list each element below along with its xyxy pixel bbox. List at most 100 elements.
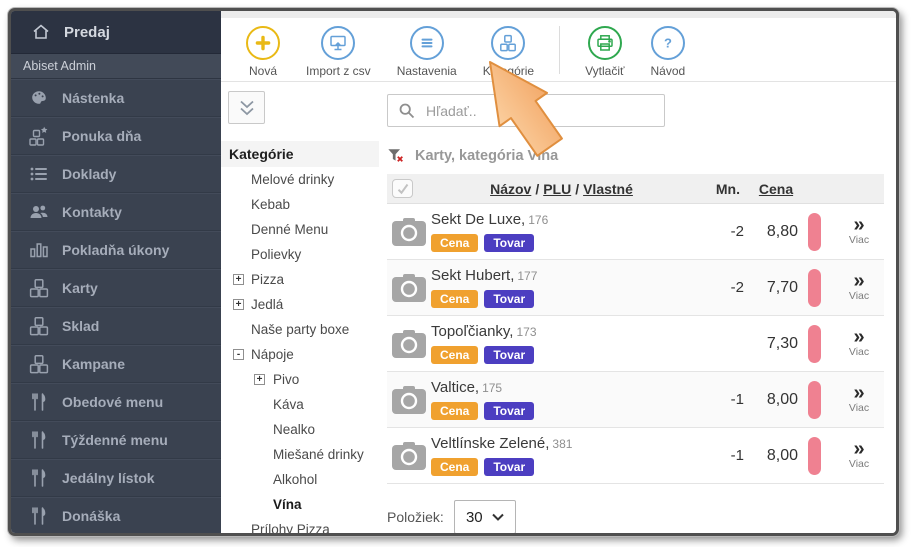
category-item[interactable]: Prílohy Pizza [221,517,379,536]
product-name[interactable]: Topoľčianky, [431,323,513,340]
product-plu: 381 [552,437,572,451]
photo-placeholder[interactable] [392,330,431,358]
more-button[interactable]: »Viac [834,329,884,358]
items-per-page-select[interactable]: 30 [454,500,516,534]
sort-vlastne[interactable]: Vlastné [583,181,633,197]
settings-button[interactable]: Nastavenia [384,24,470,80]
more-button[interactable]: »Viac [834,385,884,414]
category-item[interactable]: Alkohol [221,467,379,492]
sort-header-name: Názov/PLU/Vlastné [431,181,692,197]
product-name[interactable]: Sekt Hubert, [431,267,514,284]
collapse-panel-button[interactable] [228,91,265,124]
people-icon [29,202,49,222]
badge-tovar[interactable]: Tovar [484,458,534,476]
product-name[interactable]: Sekt De Luxe, [431,211,525,228]
table-row: Sekt Hubert,177 CenaTovar -2 7,70 »Viac [387,260,884,316]
badge-cena[interactable]: Cena [431,458,478,476]
category-item[interactable]: +Pizza [221,267,379,292]
table-row: Sekt De Luxe,176 CenaTovar -2 8,80 »Viac [387,204,884,260]
badge-cena[interactable]: Cena [431,346,478,364]
sidebar-item-tyzdenne-menu[interactable]: Týždenné menu [11,421,221,459]
more-button[interactable]: »Viac [834,441,884,470]
sidebar-item-kontakty[interactable]: Kontakty [11,193,221,231]
category-item[interactable]: +Pivo [221,367,379,392]
sidebar-item-pokladna-ukony[interactable]: Pokladňa úkony [11,231,221,269]
badge-tovar[interactable]: Tovar [484,290,534,308]
sidebar-header-label: Predaj [64,24,110,41]
product-plu: 176 [528,213,548,227]
category-item[interactable]: +Jedlá [221,292,379,317]
badge-cena[interactable]: Cena [431,290,478,308]
sidebar-item-predaj[interactable]: Predaj [11,11,221,54]
category-item[interactable]: -Nápoje [221,342,379,367]
table-body: Sekt De Luxe,176 CenaTovar -2 8,80 »Viac… [387,204,884,484]
sidebar-item-donaska[interactable]: Donáška [11,497,221,535]
more-button[interactable]: »Viac [834,217,884,246]
question-icon: ? [651,26,685,60]
product-name[interactable]: Veltlínske Zelené, [431,435,549,452]
search-box[interactable] [387,94,665,127]
sidebar-item-doklady[interactable]: Doklady [11,155,221,193]
category-item[interactable]: Melové drinky [221,167,379,192]
badge-tovar[interactable]: Tovar [484,346,534,364]
category-item-selected[interactable]: Vína [221,492,379,517]
photo-placeholder[interactable] [392,442,431,470]
search-icon [398,102,416,120]
filter-remove-icon[interactable] [387,147,405,165]
double-chevron-down-icon [237,99,257,117]
badge-cena[interactable]: Cena [431,402,478,420]
category-item[interactable]: Naše party boxe [221,317,379,342]
sidebar-item-obedove-menu[interactable]: Obedové menu [11,383,221,421]
photo-placeholder[interactable] [392,386,431,414]
double-arrow-icon: » [853,329,864,346]
badge-tovar[interactable]: Tovar [484,234,534,252]
camera-icon [392,442,426,470]
product-name[interactable]: Valtice, [431,379,479,396]
items-per-page-label: Položiek: [387,509,444,525]
price-value: 8,00 [744,447,808,465]
category-item[interactable]: Denné Menu [221,217,379,242]
categories-button[interactable]: Kategórie [470,24,547,80]
expand-icon[interactable]: + [254,374,265,385]
bar-chart-icon [29,240,49,260]
boxes-icon [29,278,49,298]
sort-cena[interactable]: Cena [744,181,808,197]
sidebar-item-ponuka-dna[interactable]: Ponuka dňa [11,117,221,155]
collapse-icon[interactable]: - [233,349,244,360]
print-button[interactable]: Vytlačiť [572,24,637,80]
sort-plu[interactable]: PLU [543,181,571,197]
sidebar-item-nastenka[interactable]: Nástenka [11,79,221,117]
category-item[interactable]: Polievky [221,242,379,267]
category-item[interactable]: Káva [221,392,379,417]
expand-icon[interactable]: + [233,274,244,285]
category-item[interactable]: Miešané drinky [221,442,379,467]
search-input[interactable] [426,103,654,119]
sort-nazov[interactable]: Názov [490,181,531,197]
sidebar-item-sklad[interactable]: Sklad [11,307,221,345]
camera-icon [392,218,426,246]
import-csv-button[interactable]: Import z csv [293,24,384,80]
sidebar-item-kampane[interactable]: Kampane [11,345,221,383]
badge-cena[interactable]: Cena [431,234,478,252]
expand-icon[interactable]: + [233,299,244,310]
category-tree-root[interactable]: Kategórie [221,141,379,167]
plus-icon [246,26,280,60]
quantity-value: -2 [692,279,744,296]
category-item[interactable]: Nealko [221,417,379,442]
badge-tovar[interactable]: Tovar [484,402,534,420]
double-arrow-icon: » [853,385,864,402]
photo-placeholder[interactable] [392,218,431,246]
help-button[interactable]: ? Návod [638,24,699,80]
new-button[interactable]: Nová [233,24,293,80]
more-button[interactable]: »Viac [834,273,884,302]
main-area: Nová Import z csv Nastavenia Kategórie V… [221,11,896,533]
category-item[interactable]: Kebab [221,192,379,217]
sidebar-item-jedalny-listok[interactable]: Jedálny lístok [11,459,221,497]
check-icon [396,183,410,195]
sidebar-item-karty[interactable]: Karty [11,269,221,307]
top-strip [221,11,896,18]
product-plu: 173 [516,325,536,339]
select-all-checkbox[interactable] [392,179,413,198]
photo-placeholder[interactable] [392,274,431,302]
cutlery-icon [29,506,49,526]
